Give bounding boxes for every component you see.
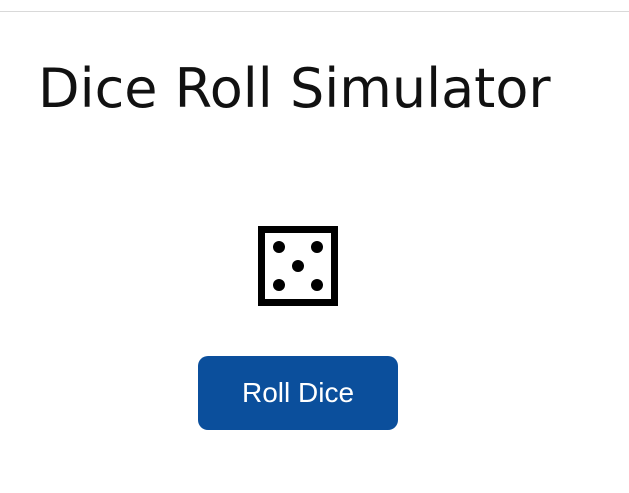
dice-pip [311,279,323,291]
dice-pip [311,241,323,253]
roll-dice-button[interactable]: Roll Dice [198,356,398,430]
dice-pip [273,241,285,253]
dice-five-icon [258,226,338,306]
dice-display [258,226,338,306]
dice-pip [273,279,285,291]
dice-pip [292,260,304,272]
page-title: Dice Roll Simulator [38,57,551,120]
top-divider [0,11,629,12]
